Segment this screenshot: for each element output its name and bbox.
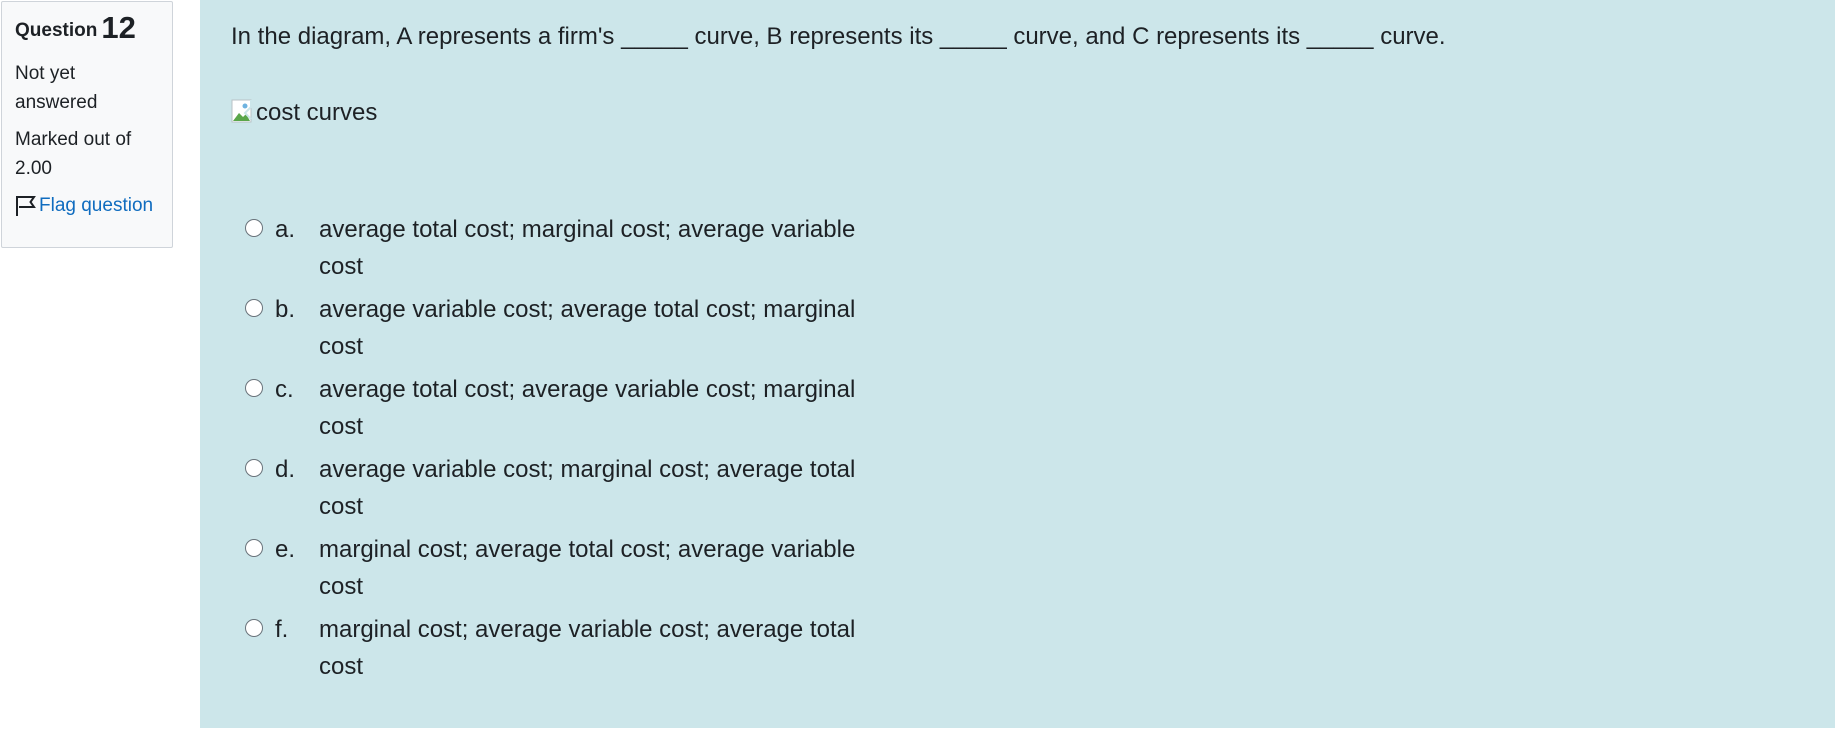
answer-text[interactable]: marginal cost; average variable cost; av… [319,611,894,685]
broken-image-icon [231,99,252,123]
question-info-panel: Question 12 Not yet answered Marked out o… [1,1,173,248]
answer-text[interactable]: marginal cost; average total cost; avera… [319,531,894,605]
question-number: 12 [101,10,136,45]
answer-radio-d[interactable] [245,459,263,477]
image-alt-text: cost curves [256,99,378,126]
flag-question-link[interactable]: Flag question [15,191,159,220]
answer-letter: b. [275,296,296,323]
question-grade: Marked out of 2.00 [15,129,132,179]
question-image: cost curves [231,95,1804,131]
flag-question-label: Flag question [39,195,154,216]
answer-radio-b[interactable] [245,299,263,317]
answer-option-c[interactable]: c. average total cost; average variable … [231,371,931,445]
flag-icon [16,195,36,216]
answer-list: a. average total cost; marginal cost; av… [231,211,931,685]
quiz-page: Question 12 Not yet answered Marked out o… [0,0,1835,755]
answer-letter: f. [275,616,289,643]
answer-letter: d. [275,456,296,483]
question-text: In the diagram, A represents a firm's __… [231,23,1446,50]
answer-letter: c. [275,376,294,403]
answer-text[interactable]: average variable cost; average total cos… [319,291,894,365]
question-state: Not yet answered [15,63,98,113]
answer-option-f[interactable]: f. marginal cost; average variable cost;… [231,611,931,685]
answer-letter: a. [275,216,296,243]
answer-option-a[interactable]: a. average total cost; marginal cost; av… [231,211,931,285]
answer-radio-a[interactable] [245,219,263,237]
answer-radio-e[interactable] [245,539,263,557]
answer-option-e[interactable]: e. marginal cost; average total cost; av… [231,531,931,605]
answer-text[interactable]: average total cost; average variable cos… [319,371,894,445]
answer-radio-c[interactable] [245,379,263,397]
question-content: In the diagram, A represents a firm's __… [200,0,1835,728]
answer-option-d[interactable]: d. average variable cost; marginal cost;… [231,451,931,525]
answer-option-b[interactable]: b. average variable cost; average total … [231,291,931,365]
answer-letter: e. [275,536,296,563]
question-number-heading: Question 12 [15,12,159,47]
answer-text[interactable]: average variable cost; marginal cost; av… [319,451,894,525]
answer-text[interactable]: average total cost; marginal cost; avera… [319,211,894,285]
answer-radio-f[interactable] [245,619,263,637]
question-label: Question [15,20,98,41]
